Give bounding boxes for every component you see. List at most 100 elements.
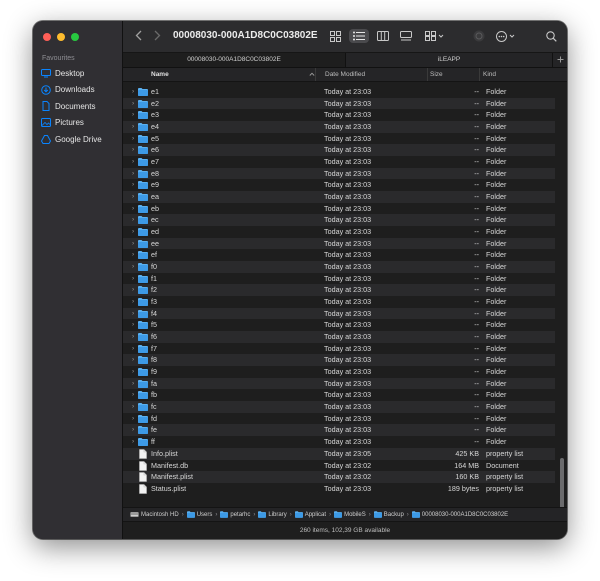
- folder-row[interactable]: › ed Today at 23:03 -- Folder: [123, 226, 555, 238]
- share-button[interactable]: [471, 29, 487, 43]
- column-date-modified[interactable]: Date Modified: [315, 68, 365, 81]
- sidebar-item-desktop[interactable]: Desktop: [38, 65, 118, 82]
- disclosure-triangle-icon[interactable]: ›: [132, 98, 134, 110]
- path-crumb[interactable]: Macintosh HD: [130, 511, 179, 518]
- folder-row[interactable]: › f7 Today at 23:03 -- Folder: [123, 343, 555, 355]
- folder-row[interactable]: › ea Today at 23:03 -- Folder: [123, 191, 555, 203]
- disclosure-triangle-icon[interactable]: ›: [132, 226, 134, 238]
- folder-row[interactable]: › f6 Today at 23:03 -- Folder: [123, 331, 555, 343]
- folder-row[interactable]: › e2 Today at 23:03 -- Folder: [123, 97, 555, 110]
- icon-view-button[interactable]: [327, 29, 343, 43]
- back-button[interactable]: [135, 30, 142, 43]
- folder-row[interactable]: › f4 Today at 23:03 -- Folder: [123, 307, 555, 320]
- disclosure-triangle-icon[interactable]: ›: [132, 436, 134, 448]
- disclosure-triangle-icon[interactable]: ›: [132, 121, 134, 133]
- close-button[interactable]: [43, 33, 51, 41]
- disclosure-triangle-icon[interactable]: ›: [132, 424, 134, 436]
- folder-row[interactable]: › e7 Today at 23:03 -- Folder: [123, 156, 555, 168]
- folder-row[interactable]: › fd Today at 23:03 -- Folder: [123, 413, 555, 425]
- path-crumb[interactable]: petarhc: [220, 511, 250, 518]
- disclosure-triangle-icon[interactable]: ›: [132, 168, 134, 180]
- disclosure-triangle-icon[interactable]: ›: [132, 214, 134, 226]
- tab-backup-folder[interactable]: 00008030-000A1D8C0C03802E: [123, 53, 346, 67]
- disclosure-triangle-icon[interactable]: ›: [132, 366, 134, 378]
- disclosure-triangle-icon[interactable]: ›: [132, 156, 134, 168]
- disclosure-triangle-icon[interactable]: ›: [132, 284, 134, 296]
- disclosure-triangle-icon[interactable]: ›: [132, 191, 134, 203]
- folder-row[interactable]: › f9 Today at 23:03 -- Folder: [123, 366, 555, 378]
- minimize-button[interactable]: [57, 33, 65, 41]
- disclosure-triangle-icon[interactable]: ›: [132, 273, 134, 285]
- disclosure-triangle-icon[interactable]: ›: [132, 308, 134, 320]
- disclosure-triangle-icon[interactable]: ›: [132, 343, 134, 355]
- more-actions-button[interactable]: [495, 29, 519, 43]
- disclosure-triangle-icon[interactable]: ›: [132, 144, 134, 156]
- path-crumb[interactable]: Backup: [373, 511, 404, 518]
- file-row[interactable]: Info.plist Today at 23:05 425 KB property l…: [123, 447, 555, 460]
- folder-row[interactable]: › ef Today at 23:03 -- Folder: [123, 249, 555, 261]
- sidebar-item-documents[interactable]: Documents: [38, 98, 118, 115]
- folder-row[interactable]: › e5 Today at 23:03 -- Folder: [123, 133, 555, 145]
- disclosure-triangle-icon[interactable]: ›: [132, 249, 134, 261]
- file-row[interactable]: Status.plist Today at 23:03 189 bytes prope…: [123, 483, 555, 495]
- folder-row[interactable]: › ff Today at 23:03 -- Folder: [123, 436, 555, 448]
- path-crumb[interactable]: Users: [186, 511, 212, 518]
- folder-row[interactable]: › e4 Today at 23:03 -- Folder: [123, 121, 555, 133]
- folder-row[interactable]: › ee Today at 23:03 -- Folder: [123, 237, 555, 250]
- disclosure-triangle-icon[interactable]: ›: [132, 354, 134, 366]
- folder-row[interactable]: › f1 Today at 23:03 -- Folder: [123, 273, 555, 285]
- folder-row[interactable]: › f0 Today at 23:03 -- Folder: [123, 261, 555, 273]
- disclosure-triangle-icon[interactable]: ›: [132, 203, 134, 215]
- folder-row[interactable]: › f2 Today at 23:03 -- Folder: [123, 284, 555, 297]
- list-view-button[interactable]: [349, 29, 369, 43]
- sidebar-item-google-drive[interactable]: Google Drive: [38, 131, 118, 148]
- vertical-scrollbar[interactable]: [557, 81, 567, 518]
- sidebar-item-pictures[interactable]: Pictures: [38, 115, 118, 132]
- disclosure-triangle-icon[interactable]: ›: [132, 389, 134, 401]
- group-button[interactable]: [424, 29, 446, 43]
- new-tab-button[interactable]: [552, 53, 567, 67]
- disclosure-triangle-icon[interactable]: ›: [132, 296, 134, 308]
- column-size[interactable]: Size: [427, 68, 483, 81]
- disclosure-triangle-icon[interactable]: ›: [132, 238, 134, 250]
- disclosure-triangle-icon[interactable]: ›: [132, 179, 134, 191]
- tab-ileapp[interactable]: iLEAPP: [345, 53, 553, 67]
- disclosure-triangle-icon[interactable]: ›: [132, 319, 134, 331]
- disclosure-triangle-icon[interactable]: ›: [132, 331, 134, 343]
- folder-row[interactable]: › e3 Today at 23:03 -- Folder: [123, 109, 555, 121]
- disclosure-triangle-icon[interactable]: ›: [132, 261, 134, 273]
- disclosure-triangle-icon[interactable]: ›: [132, 413, 134, 425]
- folder-row[interactable]: › e1 Today at 23:03 -- Folder: [123, 86, 555, 98]
- disclosure-triangle-icon[interactable]: ›: [132, 378, 134, 390]
- disclosure-triangle-icon[interactable]: ›: [132, 109, 134, 121]
- path-crumb[interactable]: MobileS: [334, 511, 366, 518]
- folder-row[interactable]: › fc Today at 23:03 -- Folder: [123, 401, 555, 413]
- folder-row[interactable]: › fb Today at 23:03 -- Folder: [123, 389, 555, 401]
- folder-row[interactable]: › e9 Today at 23:03 -- Folder: [123, 179, 555, 191]
- folder-row[interactable]: › f8 Today at 23:03 -- Folder: [123, 354, 555, 367]
- folder-row[interactable]: › e8 Today at 23:03 -- Folder: [123, 167, 555, 180]
- folder-row[interactable]: › fa Today at 23:03 -- Folder: [123, 377, 555, 390]
- file-row[interactable]: Manifest.db Today at 23:02 164 MB Document: [123, 460, 555, 472]
- folder-row[interactable]: › fe Today at 23:03 -- Folder: [123, 424, 555, 437]
- column-view-button[interactable]: [375, 29, 391, 43]
- forward-button[interactable]: [154, 30, 161, 43]
- folder-row[interactable]: › eb Today at 23:03 -- Folder: [123, 203, 555, 215]
- sidebar-item-downloads[interactable]: Downloads: [38, 82, 118, 99]
- folder-row[interactable]: › e6 Today at 23:03 -- Folder: [123, 144, 555, 157]
- gallery-view-button[interactable]: [398, 29, 414, 43]
- zoom-button[interactable]: [71, 33, 79, 41]
- search-button[interactable]: [543, 29, 559, 43]
- path-crumb[interactable]: Library: [258, 511, 287, 518]
- disclosure-triangle-icon[interactable]: ›: [132, 133, 134, 145]
- column-name[interactable]: Name: [151, 68, 169, 81]
- folder-row[interactable]: › ec Today at 23:03 -- Folder: [123, 214, 555, 227]
- file-row[interactable]: Manifest.plist Today at 23:02 160 KB proper…: [123, 471, 555, 483]
- folder-row[interactable]: › f5 Today at 23:03 -- Folder: [123, 319, 555, 331]
- path-crumb[interactable]: Applicat: [294, 511, 326, 518]
- folder-row[interactable]: › f3 Today at 23:03 -- Folder: [123, 296, 555, 308]
- disclosure-triangle-icon[interactable]: ›: [132, 86, 134, 98]
- disclosure-triangle-icon[interactable]: ›: [132, 401, 134, 413]
- column-kind[interactable]: Kind: [479, 68, 496, 81]
- path-crumb[interactable]: 00008030-000A1D8C0C03802E: [411, 511, 508, 518]
